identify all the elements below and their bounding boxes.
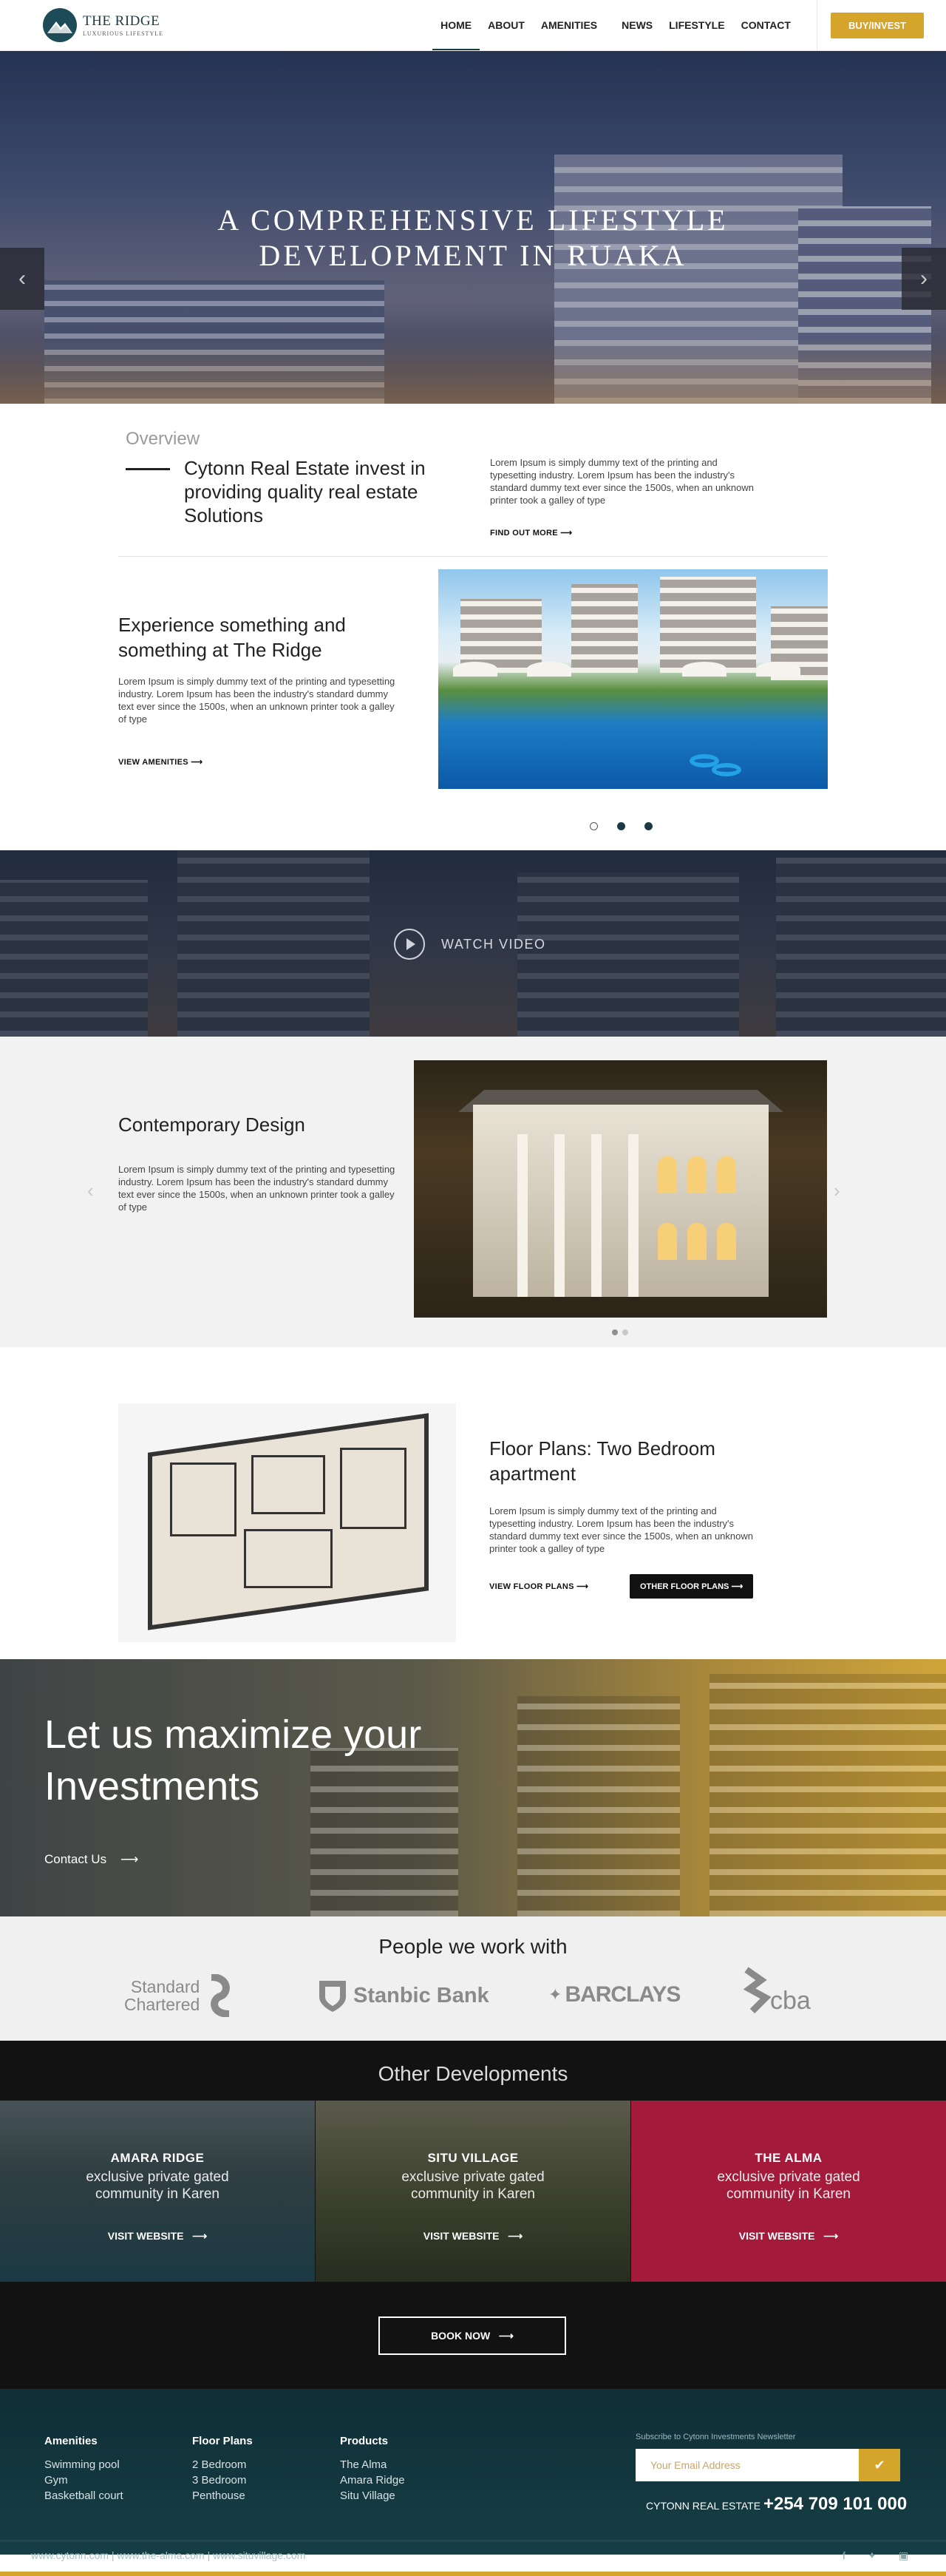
top-navigation: THE RIDGE LUXURIOUS LIFESTYLE HOME ABOUT… <box>0 0 946 51</box>
development-card-situ[interactable]: SITU VILLAGE exclusive private gated com… <box>316 2101 630 2282</box>
partners-heading: People we work with <box>378 1935 568 1958</box>
nav-news[interactable]: NEWS <box>605 0 661 50</box>
slider-dot[interactable] <box>590 822 598 830</box>
hero-banner: A COMPREHENSIVE LIFESTYLE DEVELOPMENT IN… <box>0 51 946 404</box>
overview-heading: Cytonn Real Estate invest in providing q… <box>184 457 426 526</box>
floor-plan-text: Lorem Ipsum is simply dummy text of the … <box>489 1505 753 1554</box>
facebook-icon[interactable]: f <box>843 2549 845 2561</box>
experience-text: Lorem Ipsum is simply dummy text of the … <box>118 676 395 725</box>
design-heading: Contemporary Design <box>118 1114 305 1136</box>
development-card-amara[interactable]: AMARA RIDGE exclusive private gated comm… <box>0 2101 315 2282</box>
visit-website-link[interactable]: VISIT WEBSITE ⟶ <box>631 2230 946 2243</box>
nav-home[interactable]: HOME <box>432 0 480 50</box>
arrow-right-icon: ⟶ <box>560 529 573 538</box>
footer-link[interactable]: Basketball court <box>44 2488 123 2504</box>
arrow-right-icon: ⟶ <box>120 1852 139 1866</box>
view-floor-plans-link[interactable]: VIEW FLOOR PLANS ⟶ <box>489 1582 588 1591</box>
arrow-right-icon: ⟶ <box>823 2230 839 2242</box>
arrow-right-icon: ⟶ <box>192 2230 208 2242</box>
footer-col-products: Products The Alma Amara Ridge Situ Villa… <box>340 2435 405 2504</box>
chevron-right-icon: › <box>834 1179 840 1201</box>
overview-accent-line <box>126 468 170 470</box>
arrow-right-icon: ⟶ <box>498 2329 514 2342</box>
slider-dot[interactable] <box>644 822 653 830</box>
overview-label: Overview <box>126 429 200 449</box>
experience-heading: Experience something and something at Th… <box>118 614 346 661</box>
floor-plan-heading: Floor Plans: Two Bedroom apartment <box>489 1437 715 1485</box>
chevron-right-icon: › <box>920 266 928 291</box>
footer-link[interactable]: Swimming pool <box>44 2457 123 2472</box>
floor-plan-image <box>118 1403 456 1642</box>
design-prev-button[interactable]: ‹ <box>87 1179 94 1202</box>
twitter-icon[interactable]: ✦ <box>868 2549 877 2562</box>
design-slider-dots <box>612 1329 628 1335</box>
standard-chartered-logo: Standard Chartered <box>124 1974 236 2017</box>
nav-amenities[interactable]: AMENITIES <box>533 0 605 50</box>
slider-dot[interactable] <box>617 822 625 830</box>
buy-invest-button[interactable]: BUY/INVEST <box>830 12 924 38</box>
cba-logo: cba <box>739 1965 811 2017</box>
section-divider <box>118 556 828 557</box>
footer-link[interactable]: Situ Village <box>340 2488 405 2504</box>
visit-website-link[interactable]: VISIT WEBSITE ⟶ <box>316 2230 630 2243</box>
logo-subtitle: LUXURIOUS LIFESTYLE <box>83 30 163 37</box>
design-next-button[interactable]: › <box>834 1179 840 1202</box>
nav-lifestyle[interactable]: LIFESTYLE <box>661 0 732 50</box>
footer-link[interactable]: Amara Ridge <box>340 2472 405 2488</box>
newsletter-email-input[interactable]: Your Email Address <box>636 2449 859 2481</box>
arrow-right-icon: ⟶ <box>576 1582 589 1591</box>
footer-link[interactable]: 3 Bedroom <box>192 2472 253 2488</box>
nav-contact[interactable]: CONTACT <box>733 0 799 50</box>
view-amenities-link[interactable]: VIEW AMENITIES ⟶ <box>118 757 203 767</box>
hero-next-button[interactable]: › <box>902 248 946 310</box>
chevron-left-icon: ‹ <box>18 266 26 291</box>
development-card-alma[interactable]: THE ALMA exclusive private gated communi… <box>631 2101 946 2282</box>
footer-link[interactable]: Gym <box>44 2472 123 2488</box>
visit-website-link[interactable]: VISIT WEBSITE ⟶ <box>0 2230 315 2243</box>
footer-accent-bar <box>0 2572 946 2576</box>
chevron-left-icon: ‹ <box>87 1179 94 1201</box>
stanbic-bank-logo: Stanbic Bank <box>316 1978 489 2013</box>
hero-title: A COMPREHENSIVE LIFESTYLE DEVELOPMENT IN… <box>217 203 729 272</box>
video-section: WATCH VIDEO <box>0 850 946 1037</box>
invest-heading: Let us maximize your Investments <box>44 1712 422 1809</box>
arrow-right-icon: ⟶ <box>508 2230 523 2242</box>
footer-col-amenities: Amenities Swimming pool Gym Basketball c… <box>44 2435 123 2504</box>
instagram-icon[interactable]: ▣ <box>899 2549 908 2562</box>
developments-heading: Other Developments <box>378 2062 568 2085</box>
find-out-more-link[interactable]: FIND OUT MORE ⟶ <box>490 528 572 538</box>
watch-video-label[interactable]: WATCH VIDEO <box>441 937 546 952</box>
footer-link[interactable]: Penthouse <box>192 2488 253 2504</box>
villa-image <box>414 1060 827 1318</box>
main-menu: HOME ABOUT AMENITIES NEWS LIFESTYLE CONT… <box>432 0 799 50</box>
contact-us-link[interactable]: Contact Us ⟶ <box>44 1852 138 1867</box>
eagle-icon: ✦ <box>548 1985 562 2004</box>
newsletter-label: Subscribe to Cytonn Investments Newslett… <box>636 2433 796 2441</box>
play-video-icon[interactable] <box>394 929 425 960</box>
arrow-right-icon: ⟶ <box>191 758 203 767</box>
check-icon: ✔ <box>874 2457 885 2472</box>
nav-about[interactable]: ABOUT <box>480 0 533 50</box>
footer-col-floor-plans: Floor Plans 2 Bedroom 3 Bedroom Penthous… <box>192 2435 253 2504</box>
slider-dots <box>590 822 653 830</box>
pool-image <box>438 569 828 789</box>
footer-phone: CYTONN REAL ESTATE +254 709 101 000 <box>646 2494 908 2514</box>
hero-prev-button[interactable]: ‹ <box>0 248 44 310</box>
footer-site-links[interactable]: www.cytonn.com | www.the-alma.com | www.… <box>31 2549 305 2561</box>
logo-title: THE RIDGE <box>83 13 160 29</box>
footer-link[interactable]: 2 Bedroom <box>192 2457 253 2472</box>
logo-emblem-icon <box>43 8 77 42</box>
book-now-button[interactable]: BOOK NOW ⟶ <box>378 2316 566 2355</box>
arrow-right-icon: ⟶ <box>731 1582 743 1591</box>
newsletter-submit-button[interactable]: ✔ <box>859 2449 900 2481</box>
barclays-logo: ✦ BARCLAYS <box>548 1982 681 2007</box>
footer-link[interactable]: The Alma <box>340 2457 405 2472</box>
site-logo[interactable]: THE RIDGE LUXURIOUS LIFESTYLE <box>43 8 163 42</box>
other-floor-plans-button[interactable]: OTHER FLOOR PLANS ⟶ <box>630 1574 754 1599</box>
slider-dot[interactable] <box>622 1329 628 1335</box>
slider-dot[interactable] <box>612 1329 618 1335</box>
design-text: Lorem Ipsum is simply dummy text of the … <box>118 1164 395 1213</box>
overview-text: Lorem Ipsum is simply dummy text of the … <box>490 457 754 506</box>
